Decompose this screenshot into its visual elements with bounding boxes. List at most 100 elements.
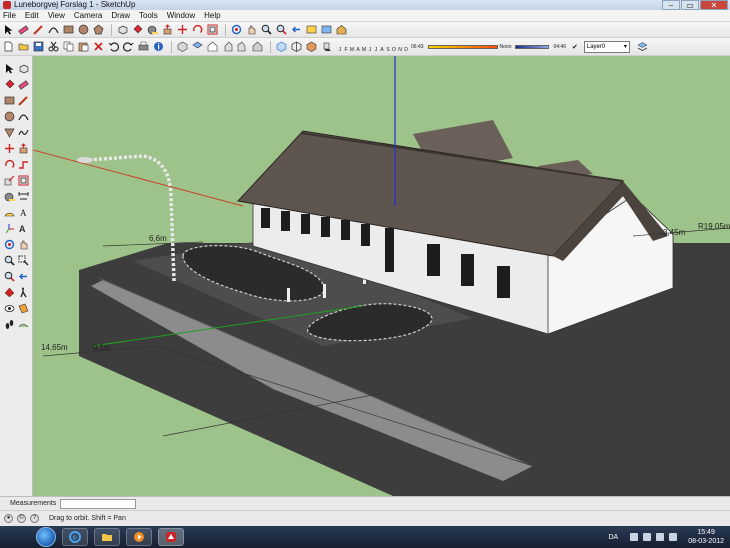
- paste-icon[interactable]: [77, 40, 90, 53]
- measurements-input[interactable]: [60, 498, 137, 509]
- previous-view-icon[interactable]: [290, 23, 303, 36]
- pan-hand-icon[interactable]: [245, 23, 258, 36]
- previous-view-icon[interactable]: [17, 270, 30, 283]
- circle-icon[interactable]: [77, 23, 90, 36]
- tape-measure-icon[interactable]: [146, 23, 159, 36]
- select-arrow-icon[interactable]: [2, 23, 15, 36]
- sandbox-icon[interactable]: [17, 318, 30, 331]
- menu-tools[interactable]: Tools: [139, 10, 158, 22]
- layer-dropdown[interactable]: Layer0 ▾: [583, 40, 630, 53]
- right-view-icon[interactable]: [221, 40, 234, 53]
- layer-manager-icon[interactable]: [636, 40, 649, 53]
- credits-icon[interactable]: ©: [17, 514, 26, 523]
- line-pencil-icon[interactable]: [17, 94, 30, 107]
- pan-hand-icon[interactable]: [17, 238, 30, 251]
- open-folder-icon[interactable]: [17, 40, 30, 53]
- zoom-extents-icon[interactable]: [275, 23, 288, 36]
- help-icon[interactable]: ?: [30, 514, 39, 523]
- eraser-icon[interactable]: [17, 23, 30, 36]
- section-plane-icon[interactable]: [17, 302, 30, 315]
- get-models-icon[interactable]: [305, 23, 318, 36]
- copy-icon[interactable]: [62, 40, 75, 53]
- protractor-icon[interactable]: [3, 206, 16, 219]
- zoom-icon[interactable]: [260, 23, 273, 36]
- zoom-icon[interactable]: [3, 254, 16, 267]
- xray-icon[interactable]: [275, 40, 288, 53]
- orbit-icon[interactable]: [3, 238, 16, 251]
- make-component-icon[interactable]: [17, 62, 30, 75]
- redo-icon[interactable]: [122, 40, 135, 53]
- keyboard-language[interactable]: DA: [608, 534, 618, 541]
- menu-window[interactable]: Window: [167, 10, 195, 22]
- taskbar-explorer-icon[interactable]: [94, 528, 120, 546]
- offset-icon[interactable]: [206, 23, 219, 36]
- move-icon[interactable]: [176, 23, 189, 36]
- left-view-icon[interactable]: [251, 40, 264, 53]
- iso-view-icon[interactable]: [176, 40, 189, 53]
- flag-icon[interactable]: [669, 533, 678, 541]
- push-pull-icon[interactable]: [17, 142, 30, 155]
- menu-file[interactable]: File: [3, 10, 16, 22]
- front-view-icon[interactable]: [206, 40, 219, 53]
- new-file-icon[interactable]: [2, 40, 15, 53]
- offset-icon[interactable]: [17, 174, 30, 187]
- taskbar-media-player-icon[interactable]: [126, 528, 152, 546]
- geo-location-icon[interactable]: ●: [4, 514, 13, 523]
- save-icon[interactable]: [32, 40, 45, 53]
- top-view-icon[interactable]: [191, 40, 204, 53]
- paint-bucket-icon[interactable]: [131, 23, 144, 36]
- position-camera-icon[interactable]: [3, 286, 16, 299]
- network-icon[interactable]: [643, 533, 652, 541]
- scale-icon[interactable]: [3, 174, 16, 187]
- show-hidden-icons-icon[interactable]: [630, 533, 639, 541]
- menu-edit[interactable]: Edit: [25, 10, 39, 22]
- model-info-icon[interactable]: [152, 40, 165, 53]
- taskbar-sketchup-icon[interactable]: [158, 528, 184, 546]
- text-icon[interactable]: A: [17, 206, 30, 219]
- wireframe-icon[interactable]: [290, 40, 303, 53]
- clock[interactable]: 15:49 08-03-2012: [688, 528, 724, 546]
- freehand-icon[interactable]: [17, 126, 30, 139]
- axes-icon[interactable]: [3, 222, 16, 235]
- arc-icon[interactable]: [17, 110, 30, 123]
- share-model-icon[interactable]: [320, 23, 333, 36]
- move-icon[interactable]: [3, 142, 16, 155]
- rectangle-icon[interactable]: [3, 94, 16, 107]
- select-arrow-icon[interactable]: [3, 62, 16, 75]
- cut-icon[interactable]: [47, 40, 60, 53]
- start-button[interactable]: [36, 527, 56, 547]
- walk-icon[interactable]: [17, 286, 30, 299]
- back-view-icon[interactable]: [236, 40, 249, 53]
- line-pencil-icon[interactable]: [32, 23, 45, 36]
- zoom-window-icon[interactable]: [17, 254, 30, 267]
- footprints-icon[interactable]: [3, 318, 16, 331]
- push-pull-icon[interactable]: [161, 23, 174, 36]
- shaded-textures-icon[interactable]: [305, 40, 318, 53]
- menu-camera[interactable]: Camera: [74, 10, 102, 22]
- maximize-button[interactable]: ▭: [681, 0, 699, 10]
- circle-icon[interactable]: [3, 110, 16, 123]
- dimension-icon[interactable]: [17, 190, 30, 203]
- follow-me-icon[interactable]: [17, 158, 30, 171]
- undo-icon[interactable]: [107, 40, 120, 53]
- model-viewport[interactable]: 6,6m 14,65m 0,1m 3,45m R19,05m: [33, 56, 730, 496]
- look-around-icon[interactable]: [3, 302, 16, 315]
- shadow-date-slider[interactable]: [427, 44, 498, 49]
- delete-icon[interactable]: [92, 40, 105, 53]
- close-button[interactable]: ✕: [700, 0, 728, 10]
- orbit-icon[interactable]: [230, 23, 243, 36]
- paint-bucket-icon[interactable]: [3, 78, 16, 91]
- tape-measure-icon[interactable]: [3, 190, 16, 203]
- print-icon[interactable]: [137, 40, 150, 53]
- polygon-icon[interactable]: [92, 23, 105, 36]
- arc-icon[interactable]: [47, 23, 60, 36]
- volume-icon[interactable]: [656, 533, 665, 541]
- minimize-button[interactable]: –: [662, 0, 680, 10]
- zoom-extents-icon[interactable]: [3, 270, 16, 283]
- rotate-icon[interactable]: [3, 158, 16, 171]
- polygon-icon[interactable]: [3, 126, 16, 139]
- eraser-icon[interactable]: [17, 78, 30, 91]
- warehouse-icon[interactable]: [335, 23, 348, 36]
- rotate-icon[interactable]: [191, 23, 204, 36]
- taskbar-ie-icon[interactable]: e: [62, 528, 88, 546]
